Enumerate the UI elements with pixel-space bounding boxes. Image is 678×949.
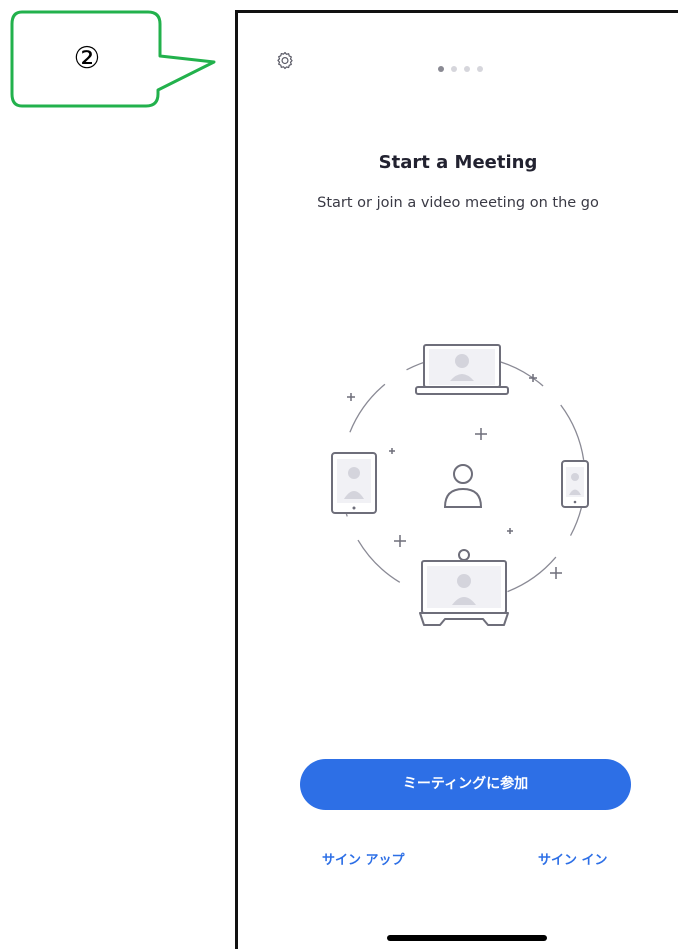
room-system-icon: [419, 549, 509, 626]
callout-bubble: [10, 10, 216, 108]
meeting-devices-illustration: [331, 344, 589, 626]
page-title: Start a Meeting: [378, 152, 538, 173]
home-indicator[interactable]: [387, 935, 547, 941]
page-subtitle: Start or join a video meeting on the go: [317, 195, 599, 211]
page-indicator: [438, 57, 490, 72]
phone-device-icon: [561, 460, 589, 508]
page-dot: [477, 66, 483, 72]
tablet-icon: [331, 452, 377, 514]
sign-up-link[interactable]: サイン アップ: [322, 849, 405, 868]
join-meeting-button[interactable]: ミーティングに参加: [300, 759, 631, 810]
laptop-icon: [415, 344, 509, 395]
person-icon: [443, 464, 483, 508]
annotation-step-number: ②: [73, 41, 101, 76]
sign-in-link[interactable]: サイン イン: [538, 849, 608, 868]
gear-icon[interactable]: [274, 50, 296, 72]
page-dot: [451, 66, 457, 72]
page-dot: [464, 66, 470, 72]
phone-screen: Start a Meeting Start or join a video me…: [235, 10, 678, 949]
page-dot-active: [438, 66, 444, 72]
